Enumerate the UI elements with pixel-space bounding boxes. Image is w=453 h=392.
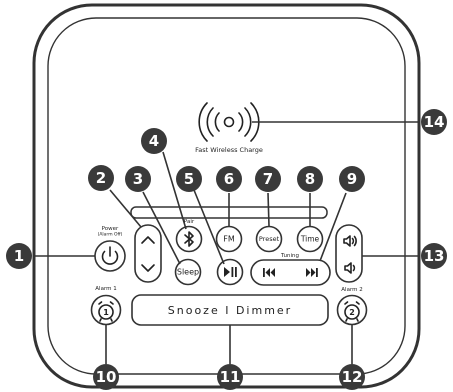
svg-text:2: 2 bbox=[96, 169, 106, 187]
callout-9: 9 bbox=[339, 166, 365, 192]
snooze-dimmer-button[interactable]: Snooze I Dimmer bbox=[131, 294, 329, 326]
svg-text:5: 5 bbox=[184, 170, 194, 188]
callout-14: 14 bbox=[421, 109, 447, 135]
alarm2-number: 2 bbox=[349, 308, 355, 317]
alarm2-button[interactable]: 2 bbox=[336, 294, 368, 326]
callout-13: 13 bbox=[421, 243, 447, 269]
svg-text:13: 13 bbox=[424, 247, 445, 265]
callout-2: 2 bbox=[88, 165, 114, 191]
alarm2-label: Alarm 2 bbox=[341, 287, 362, 293]
device-diagram: Fast Wireless Charge Power (Alarm Off) P… bbox=[6, 3, 447, 390]
callout-10: 10 bbox=[93, 364, 119, 390]
tuning-rocker[interactable] bbox=[250, 259, 331, 286]
sleep-button-label: Sleep bbox=[177, 268, 199, 277]
play-pause-button[interactable] bbox=[216, 258, 244, 286]
time-button[interactable]: Time bbox=[296, 225, 324, 253]
bluetooth-button[interactable] bbox=[175, 225, 203, 253]
svg-text:11: 11 bbox=[220, 368, 241, 386]
svg-text:12: 12 bbox=[342, 368, 363, 386]
tuning-label: Tuning bbox=[280, 253, 299, 259]
snooze-dimmer-label: Snooze I Dimmer bbox=[168, 304, 292, 317]
preset-button-label: Preset bbox=[259, 235, 280, 243]
alarm1-label: Alarm 1 bbox=[95, 286, 116, 292]
svg-text:10: 10 bbox=[96, 368, 117, 386]
wireless-charge-icon bbox=[198, 102, 260, 142]
callout-7: 7 bbox=[255, 166, 281, 192]
svg-text:8: 8 bbox=[305, 170, 315, 188]
device-outer-frame bbox=[32, 3, 421, 389]
power-button[interactable] bbox=[94, 240, 126, 272]
svg-text:6: 6 bbox=[224, 170, 234, 188]
fm-button[interactable]: FM bbox=[215, 225, 243, 253]
callout-8: 8 bbox=[297, 166, 323, 192]
svg-text:14: 14 bbox=[424, 113, 445, 131]
up-down-rocker[interactable] bbox=[134, 224, 162, 283]
callout-11: 11 bbox=[217, 364, 243, 390]
wireless-charge-label: Fast Wireless Charge bbox=[195, 146, 263, 154]
svg-text:4: 4 bbox=[149, 132, 159, 150]
preset-button[interactable]: Preset bbox=[255, 225, 283, 253]
callout-12: 12 bbox=[339, 364, 365, 390]
time-button-label: Time bbox=[300, 235, 320, 244]
callout-3: 3 bbox=[125, 166, 151, 192]
svg-text:1: 1 bbox=[14, 247, 24, 265]
power-label: Power bbox=[102, 226, 119, 232]
callout-1: 1 bbox=[6, 243, 32, 269]
alarm1-number: 1 bbox=[103, 308, 109, 317]
power-sublabel: (Alarm Off) bbox=[98, 232, 123, 238]
svg-text:9: 9 bbox=[347, 170, 357, 188]
callout-6: 6 bbox=[216, 166, 242, 192]
pair-label: Pair bbox=[184, 219, 195, 225]
svg-text:7: 7 bbox=[263, 170, 273, 188]
alarm1-button[interactable]: 1 bbox=[90, 294, 122, 326]
callout-5: 5 bbox=[176, 166, 202, 192]
fm-button-label: FM bbox=[223, 235, 235, 244]
callout-4: 4 bbox=[141, 128, 167, 154]
svg-text:3: 3 bbox=[133, 170, 143, 188]
volume-rocker[interactable] bbox=[335, 224, 363, 283]
